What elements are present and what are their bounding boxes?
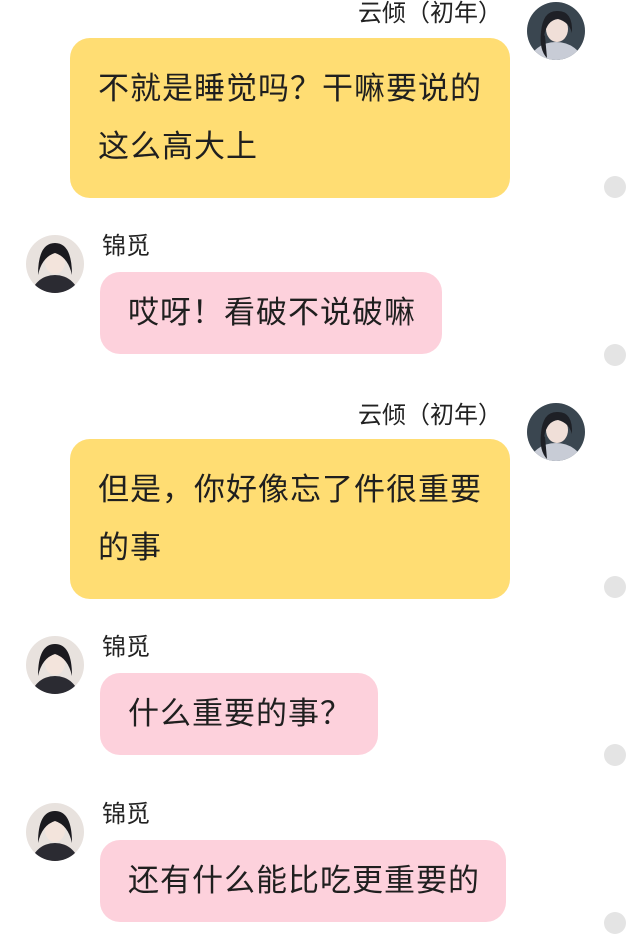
status-dot <box>604 576 626 598</box>
status-dot <box>604 176 626 198</box>
avatar-image <box>527 2 585 60</box>
avatar[interactable] <box>527 403 585 461</box>
status-dot <box>604 344 626 366</box>
sender-name: 锦觅 <box>102 633 150 661</box>
avatar-image <box>26 636 84 694</box>
avatar-image <box>26 803 84 861</box>
message-bubble: 但是，你好像忘了件很重要的事 <box>70 439 510 599</box>
avatar[interactable] <box>26 803 84 861</box>
avatar-image <box>26 235 84 293</box>
status-dot <box>604 744 626 766</box>
sender-name: 锦觅 <box>102 232 150 260</box>
message-bubble: 什么重要的事？ <box>100 673 378 755</box>
message-bubble: 哎呀！看破不说破嘛 <box>100 272 442 354</box>
avatar-image <box>527 403 585 461</box>
avatar[interactable] <box>26 235 84 293</box>
message-bubble: 还有什么能比吃更重要的 <box>100 840 506 922</box>
status-dot <box>604 912 626 934</box>
sender-name: 云倾（初年） <box>358 0 502 27</box>
message-bubble: 不就是睡觉吗？干嘛要说的这么高大上 <box>70 38 510 198</box>
sender-name: 锦觅 <box>102 800 150 828</box>
sender-name: 云倾（初年） <box>358 401 502 429</box>
chat-transcript: 云倾（初年） 不就是睡觉吗？干嘛要说的这么高大上 锦觅 哎呀！看破不说破嘛 云倾… <box>0 0 640 939</box>
avatar[interactable] <box>527 2 585 60</box>
avatar[interactable] <box>26 636 84 694</box>
